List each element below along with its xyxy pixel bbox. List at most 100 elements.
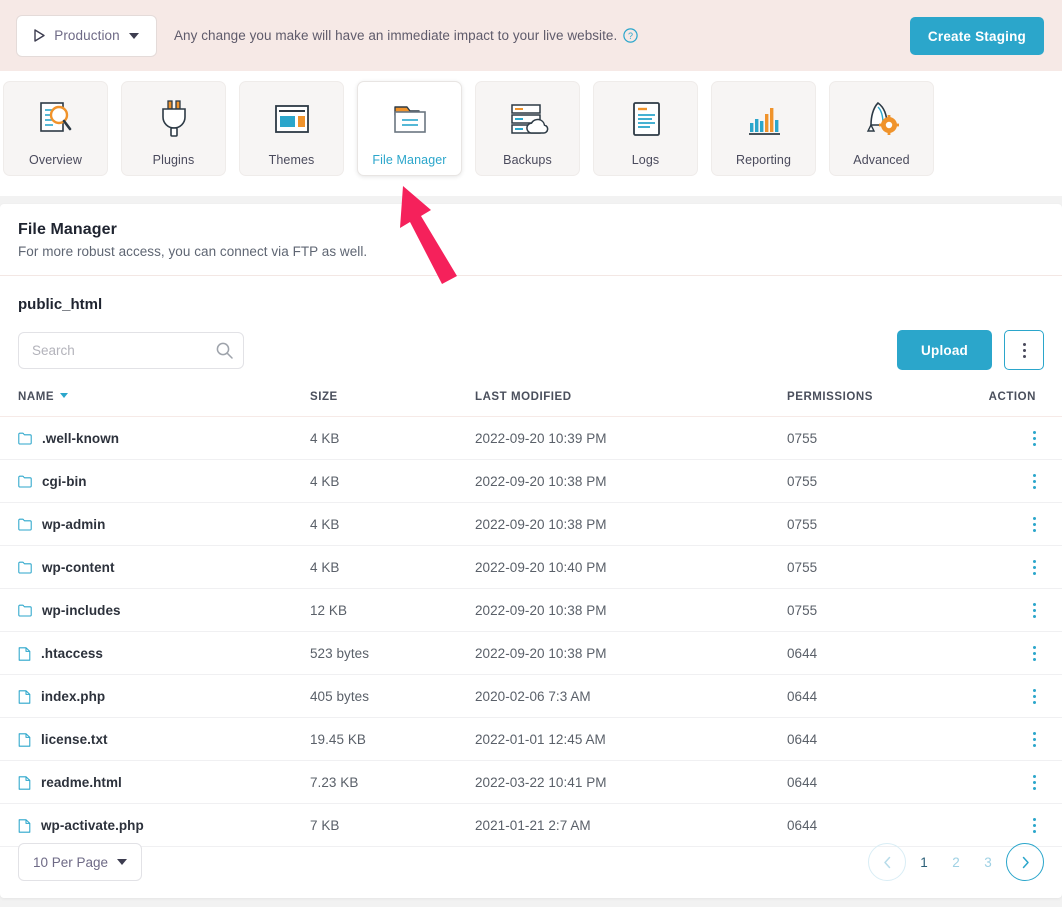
file-name: readme.html: [41, 775, 122, 790]
pagination-prev-button[interactable]: [868, 843, 906, 881]
table-row[interactable]: readme.html7.23 KB2022-03-22 10:41 PM064…: [0, 761, 1062, 804]
column-header-name[interactable]: NAME: [0, 391, 310, 417]
row-kebab-menu-icon[interactable]: [972, 517, 1062, 532]
column-header-permissions[interactable]: PERMISSIONS: [787, 391, 972, 417]
nav-tab-file-manager[interactable]: File Manager: [357, 81, 462, 176]
file-table-head: NAME SIZE LAST MODIFIED PERMISSIONS ACTI…: [0, 391, 1062, 417]
pagination-page-3[interactable]: 3: [977, 855, 999, 870]
folder-icon: [18, 475, 32, 488]
table-row[interactable]: index.php405 bytes2020-02-06 7:3 AM0644: [0, 675, 1062, 718]
cell-action: [972, 761, 1062, 804]
sort-descending-icon: [60, 393, 68, 398]
cell-name[interactable]: wp-admin: [0, 503, 310, 546]
row-kebab-menu-icon[interactable]: [972, 689, 1062, 704]
cell-action: [972, 546, 1062, 589]
cell-name[interactable]: readme.html: [0, 761, 310, 804]
table-row[interactable]: wp-content4 KB2022-09-20 10:40 PM0755: [0, 546, 1062, 589]
cell-name[interactable]: .htaccess: [0, 632, 310, 675]
cell-permissions: 0755: [787, 460, 972, 503]
row-kebab-menu-icon[interactable]: [972, 474, 1062, 489]
column-header-size[interactable]: SIZE: [310, 391, 475, 417]
kebab-menu-icon[interactable]: [1004, 330, 1044, 370]
nav-tab-logs[interactable]: Logs: [593, 81, 698, 176]
help-circle-icon[interactable]: ?: [623, 28, 638, 43]
section-nav: Overview Plugins: [0, 71, 1062, 196]
search-input[interactable]: [18, 332, 244, 369]
file-table: NAME SIZE LAST MODIFIED PERMISSIONS ACTI…: [0, 391, 1062, 847]
file-name: .htaccess: [41, 646, 103, 661]
folder-icon: [18, 518, 32, 531]
cell-action: [972, 417, 1062, 460]
cell-action: [972, 718, 1062, 761]
pagination-next-button[interactable]: [1006, 843, 1044, 881]
nav-tab-overview[interactable]: Overview: [3, 81, 108, 176]
cell-last-modified: 2022-09-20 10:38 PM: [475, 589, 787, 632]
file-name: index.php: [41, 689, 105, 704]
cell-action: [972, 460, 1062, 503]
cell-size: 523 bytes: [310, 632, 475, 675]
file-icon: [18, 733, 31, 747]
svg-text:?: ?: [628, 31, 633, 41]
column-header-last-modified[interactable]: LAST MODIFIED: [475, 391, 787, 417]
cell-name[interactable]: .well-known: [0, 417, 310, 460]
nav-tab-plugins[interactable]: Plugins: [121, 81, 226, 176]
table-row[interactable]: license.txt19.45 KB2022-01-01 12:45 AM06…: [0, 718, 1062, 761]
page-title: File Manager: [18, 221, 1044, 239]
column-header-name-label: NAME: [18, 391, 54, 403]
row-kebab-menu-icon[interactable]: [972, 431, 1062, 446]
table-row[interactable]: wp-admin4 KB2022-09-20 10:38 PM0755: [0, 503, 1062, 546]
table-row[interactable]: .well-known4 KB2022-09-20 10:39 PM0755: [0, 417, 1062, 460]
file-name: cgi-bin: [42, 474, 87, 489]
cell-last-modified: 2022-09-20 10:39 PM: [475, 417, 787, 460]
row-kebab-menu-icon[interactable]: [972, 560, 1062, 575]
folder-icon: [389, 98, 431, 140]
file-manager-card: File Manager For more robust access, you…: [0, 204, 1062, 898]
cell-name[interactable]: wp-content: [0, 546, 310, 589]
per-page-selector[interactable]: 10 Per Page: [18, 843, 142, 881]
nav-tab-row: Overview Plugins: [0, 81, 1062, 176]
cell-name[interactable]: wp-includes: [0, 589, 310, 632]
document-lines-icon: [625, 98, 667, 140]
cell-last-modified: 2022-09-20 10:38 PM: [475, 503, 787, 546]
row-kebab-menu-icon[interactable]: [972, 775, 1062, 790]
row-kebab-menu-icon[interactable]: [972, 732, 1062, 747]
cell-last-modified: 2020-02-06 7:3 AM: [475, 675, 787, 718]
nav-tab-label: Reporting: [736, 153, 791, 167]
pagination: 123: [868, 843, 1044, 881]
row-kebab-menu-icon[interactable]: [972, 603, 1062, 618]
cell-name[interactable]: license.txt: [0, 718, 310, 761]
cell-action: [972, 675, 1062, 718]
folder-icon: [18, 604, 32, 617]
document-magnifier-icon: [35, 98, 77, 140]
table-row[interactable]: wp-includes12 KB2022-09-20 10:38 PM0755: [0, 589, 1062, 632]
cell-name[interactable]: index.php: [0, 675, 310, 718]
pagination-page-2[interactable]: 2: [945, 855, 967, 870]
nav-tab-label: Backups: [503, 153, 552, 167]
chevron-right-icon: [1021, 856, 1030, 869]
table-row[interactable]: .htaccess523 bytes2022-09-20 10:38 PM064…: [0, 632, 1062, 675]
cell-size: 4 KB: [310, 503, 475, 546]
folder-icon: [18, 561, 32, 574]
cell-size: 12 KB: [310, 589, 475, 632]
pagination-page-1[interactable]: 1: [913, 855, 935, 870]
nav-tab-reporting[interactable]: Reporting: [711, 81, 816, 176]
chevron-left-icon: [883, 856, 892, 869]
cell-size: 4 KB: [310, 460, 475, 503]
rocket-gear-icon: [861, 98, 903, 140]
nav-tab-label: Advanced: [853, 153, 909, 167]
cell-name[interactable]: cgi-bin: [0, 460, 310, 503]
nav-tab-advanced[interactable]: Advanced: [829, 81, 934, 176]
environment-selector[interactable]: Production: [16, 15, 157, 57]
layout-icon: [271, 98, 313, 140]
file-manager-footer: 10 Per Page 123: [0, 826, 1062, 898]
cell-action: [972, 589, 1062, 632]
page-subtitle: For more robust access, you can connect …: [18, 244, 1044, 259]
nav-tab-themes[interactable]: Themes: [239, 81, 344, 176]
file-table-body: .well-known4 KB2022-09-20 10:39 PM0755 cg…: [0, 417, 1062, 847]
upload-button[interactable]: Upload: [897, 330, 992, 370]
row-kebab-menu-icon[interactable]: [972, 646, 1062, 661]
table-row[interactable]: cgi-bin4 KB2022-09-20 10:38 PM0755: [0, 460, 1062, 503]
nav-tab-backups[interactable]: Backups: [475, 81, 580, 176]
cell-permissions: 0644: [787, 632, 972, 675]
create-staging-button[interactable]: Create Staging: [910, 17, 1044, 55]
